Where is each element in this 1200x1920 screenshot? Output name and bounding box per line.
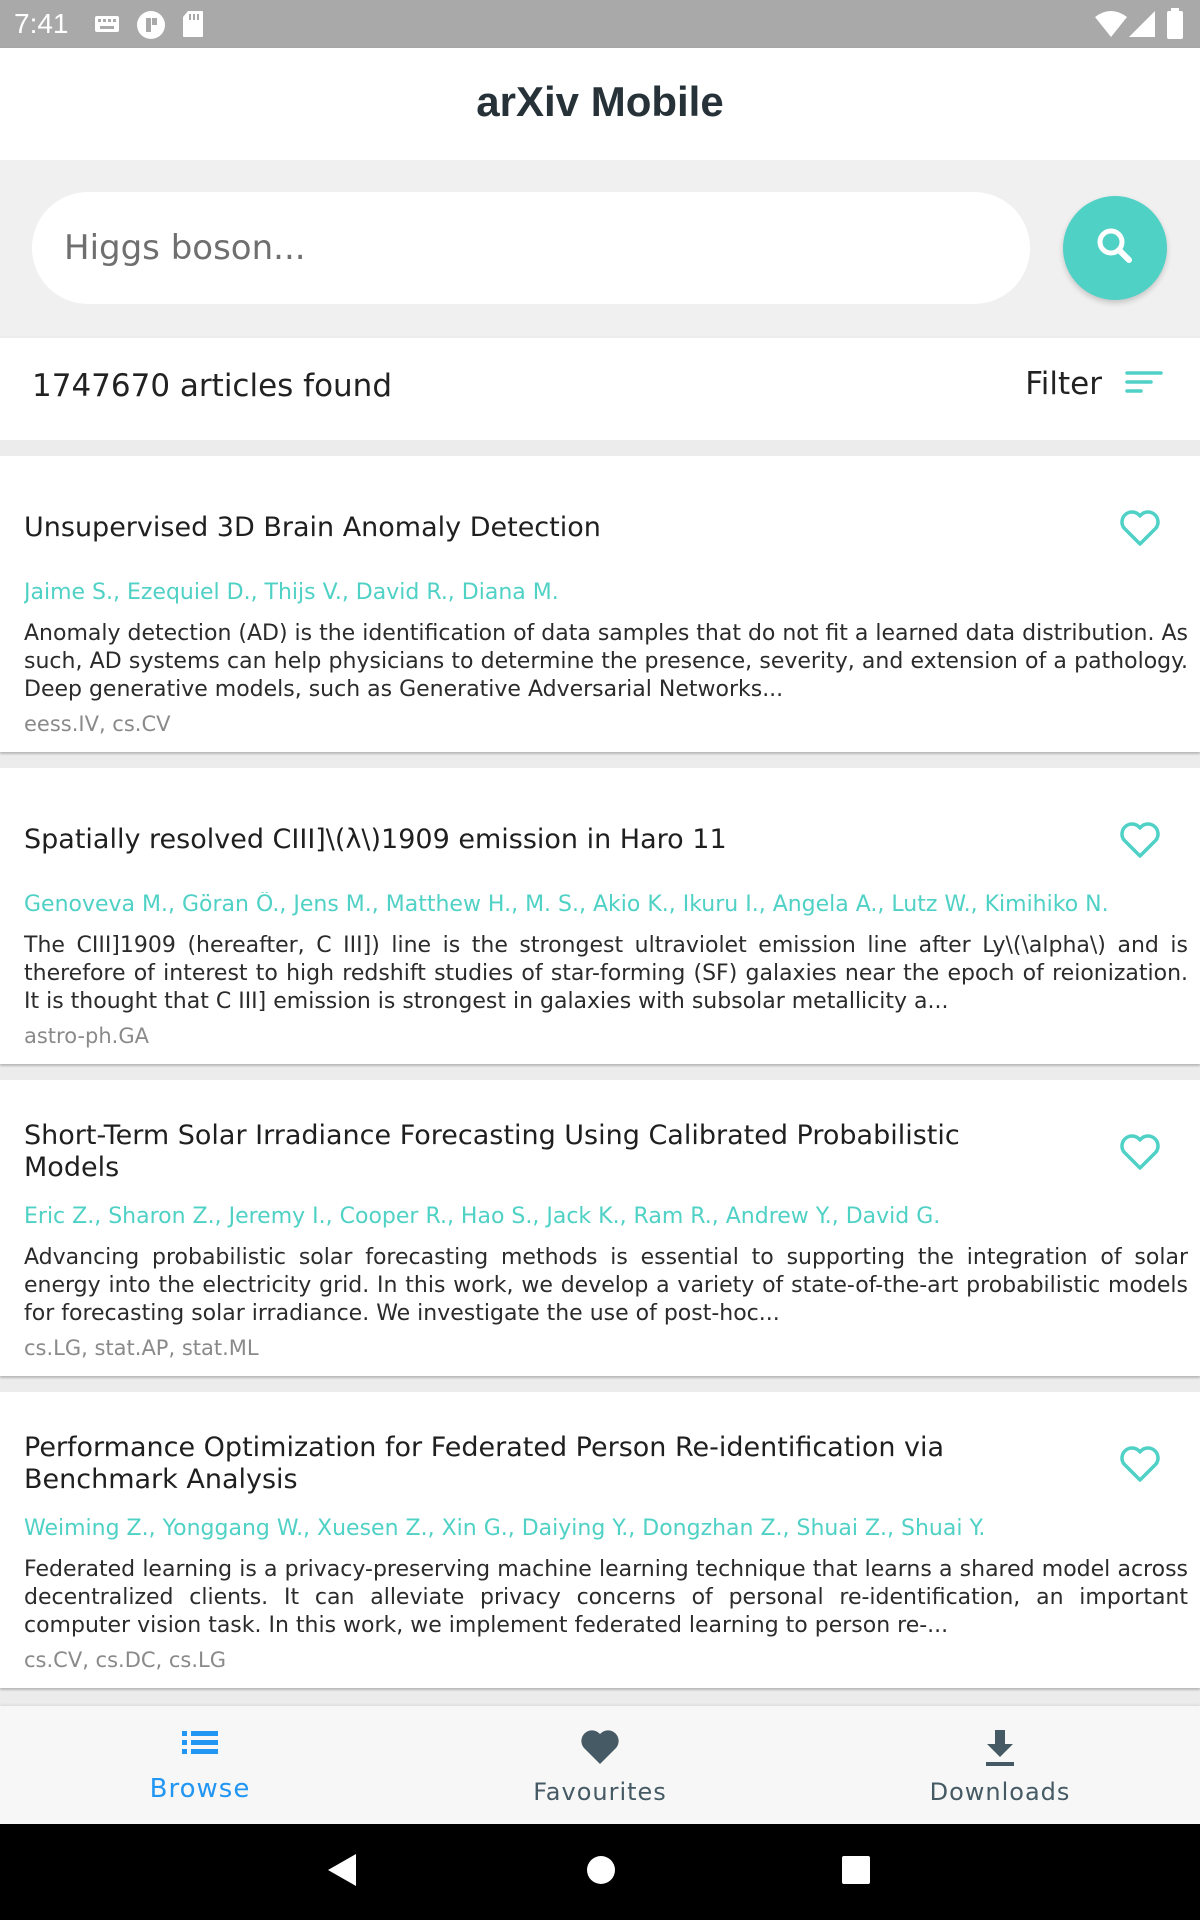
heart-outline-icon[interactable] — [1118, 1132, 1162, 1176]
results-bar: 1747670 articles found Filter — [0, 338, 1200, 440]
article-abstract: Advancing probabilistic solar forecastin… — [24, 1245, 1188, 1326]
nav-browse[interactable]: Browse — [0, 1706, 400, 1824]
search-input[interactable] — [32, 192, 1030, 304]
article-card[interactable]: Performance Optimization for Federated P… — [0, 1392, 1200, 1688]
article-authors: Jaime S., Ezequiel D., Thijs V., David R… — [24, 580, 559, 605]
nav-downloads-label: Downloads — [929, 1778, 1071, 1806]
search-area — [0, 160, 1200, 336]
article-abstract: The CIII]1909 (hereafter, C III]) line i… — [24, 933, 1188, 1014]
article-categories: cs.LG, stat.AP, stat.ML — [24, 1336, 259, 1360]
article-title[interactable]: Short-Term Solar Irradiance Forecasting … — [24, 1120, 1024, 1184]
article-categories: cs.CV, cs.DC, cs.LG — [24, 1648, 227, 1672]
status-time: 7:41 — [14, 8, 69, 39]
back-icon[interactable] — [326, 1852, 358, 1892]
article-title[interactable]: Spatially resolved CIII]\(λ\)1909 emissi… — [24, 824, 1024, 856]
list-icon — [180, 1728, 220, 1762]
filter-label: Filter — [1025, 366, 1102, 402]
nav-browse-label: Browse — [149, 1774, 251, 1804]
filter-icon — [1124, 368, 1164, 400]
article-authors: Genoveva M., Göran Ö., Jens M., Matthew … — [24, 892, 1109, 917]
signal-icon — [1128, 10, 1156, 38]
keyboard-icon — [94, 14, 120, 34]
recents-icon[interactable] — [840, 1854, 872, 1890]
nav-favourites-label: Favourites — [533, 1778, 667, 1806]
sd-card-icon — [182, 10, 204, 38]
app-title: arXiv Mobile — [476, 78, 724, 125]
article-title[interactable]: Performance Optimization for Federated P… — [24, 1432, 1024, 1496]
home-icon[interactable] — [585, 1852, 617, 1892]
article-authors: Weiming Z., Yonggang W., Xuesen Z., Xin … — [24, 1516, 986, 1541]
article-abstract: Anomaly detection (AD) is the identifica… — [24, 621, 1188, 702]
results-count: 1747670 articles found — [32, 368, 393, 404]
battery-icon — [1166, 8, 1184, 40]
heart-outline-icon[interactable] — [1118, 1444, 1162, 1488]
app-bar: arXiv Mobile — [0, 48, 1200, 160]
heart-outline-icon[interactable] — [1118, 820, 1162, 864]
article-title[interactable]: Unsupervised 3D Brain Anomaly Detection — [24, 512, 1024, 544]
app-notification-icon — [136, 10, 166, 40]
article-authors: Eric Z., Sharon Z., Jeremy I., Cooper R.… — [24, 1204, 941, 1229]
heart-icon — [579, 1728, 621, 1770]
system-nav-bar — [0, 1824, 1200, 1920]
article-card[interactable]: Unsupervised 3D Brain Anomaly Detection … — [0, 456, 1200, 752]
wifi-icon — [1094, 10, 1128, 38]
heart-outline-icon[interactable] — [1118, 508, 1162, 552]
filter-button[interactable]: Filter — [1025, 366, 1164, 402]
article-categories: astro-ph.GA — [24, 1024, 149, 1048]
article-list[interactable]: Unsupervised 3D Brain Anomaly Detection … — [0, 456, 1200, 1706]
article-categories: eess.IV, cs.CV — [24, 712, 171, 736]
article-card[interactable]: Short-Term Solar Irradiance Forecasting … — [0, 1080, 1200, 1376]
article-card[interactable]: Spatially resolved CIII]\(λ\)1909 emissi… — [0, 768, 1200, 1064]
download-icon — [982, 1728, 1018, 1772]
nav-downloads[interactable]: Downloads — [800, 1706, 1200, 1824]
search-button[interactable] — [1063, 196, 1167, 300]
bottom-nav: Browse Favourites Downloads — [0, 1706, 1200, 1824]
article-abstract: Federated learning is a privacy-preservi… — [24, 1557, 1188, 1638]
search-icon — [1093, 224, 1137, 272]
nav-favourites[interactable]: Favourites — [400, 1706, 800, 1824]
status-bar: 7:41 — [0, 0, 1200, 48]
